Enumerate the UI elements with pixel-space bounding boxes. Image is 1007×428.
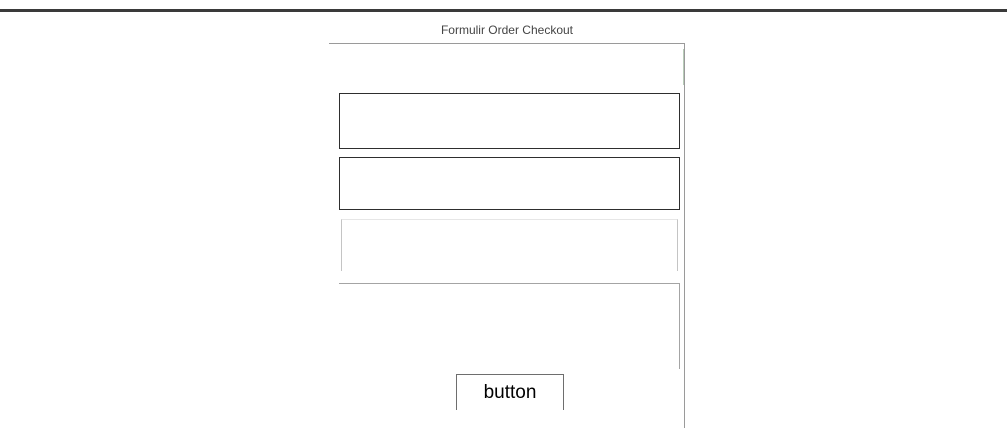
checkout-field-3[interactable] (341, 219, 678, 271)
form-title: Formulir Order Checkout (440, 23, 574, 37)
checkout-field-2[interactable] (339, 157, 680, 210)
checkout-textarea[interactable] (339, 283, 680, 369)
submit-button[interactable]: button (456, 374, 564, 410)
checkout-form-panel: button (329, 43, 685, 428)
checkout-field-1[interactable] (339, 93, 680, 149)
top-divider (0, 9, 1007, 12)
panel-accent-line (683, 49, 684, 85)
